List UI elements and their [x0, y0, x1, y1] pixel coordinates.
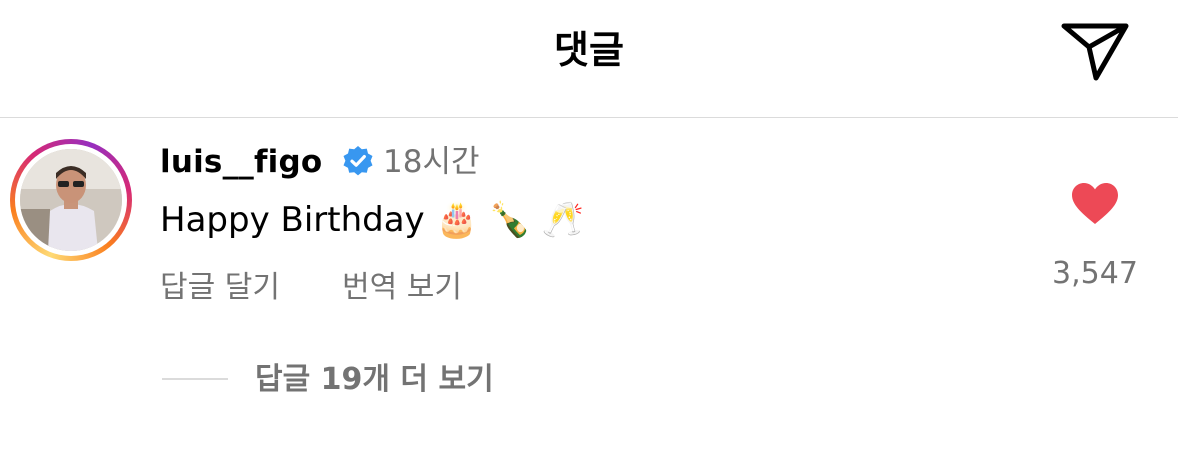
avatar-border	[15, 144, 127, 256]
view-replies-button[interactable]: 답글 19개 더 보기	[255, 358, 494, 402]
translate-button[interactable]: 번역 보기	[342, 266, 462, 310]
avatar[interactable]	[10, 139, 132, 261]
comment-timestamp: 18시간	[383, 144, 480, 180]
verified-badge-icon	[343, 146, 373, 176]
reply-button[interactable]: 답글 달기	[160, 266, 280, 310]
comments-header: 댓글	[0, 0, 1178, 118]
comment-username[interactable]: luis__figo	[160, 140, 322, 184]
heart-filled-icon[interactable]	[1070, 182, 1120, 226]
avatar-photo	[20, 149, 122, 251]
like-count: 3,547	[1052, 256, 1138, 291]
page-title: 댓글	[554, 28, 624, 72]
avatar-image	[20, 149, 122, 251]
paper-plane-icon[interactable]	[1060, 20, 1130, 82]
replies-divider	[162, 378, 228, 380]
comment-text: Happy Birthday 🎂 🍾 🥂	[160, 200, 585, 240]
